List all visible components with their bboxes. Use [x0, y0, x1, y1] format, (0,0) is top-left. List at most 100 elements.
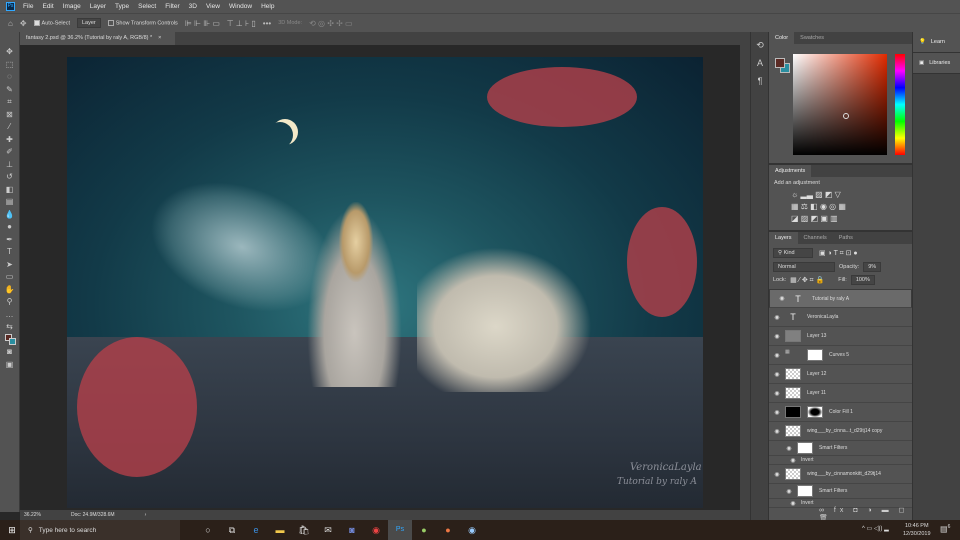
notifications-icon[interactable]: ▤6 — [940, 524, 950, 534]
home-icon[interactable]: ⌂ — [8, 19, 13, 28]
more-icon[interactable]: ••• — [263, 19, 271, 28]
foreground-color[interactable] — [775, 58, 785, 68]
menu-window[interactable]: Window — [229, 3, 252, 10]
blur-tool-icon[interactable]: 💧 — [4, 209, 16, 222]
taskbar-search[interactable]: ⚲ Type here to search — [20, 520, 180, 540]
tab-adjustments[interactable]: Adjustments — [769, 165, 812, 177]
steam-icon[interactable]: ◉ — [460, 520, 484, 540]
shape-tool-icon[interactable]: ▭ — [4, 271, 16, 284]
layer-row[interactable]: ◉ wing___by_cinna...t_d29tj14 copy — [769, 422, 912, 441]
visibility-eye-icon[interactable]: ◉ — [781, 488, 797, 495]
3d-tools-icons[interactable]: ⟲ ◎ ✣ ✢ ▭ — [309, 19, 353, 28]
brush-tool-icon[interactable]: ✐ — [4, 146, 16, 159]
cortana-icon[interactable]: ○ — [196, 520, 220, 540]
path-select-tool-icon[interactable]: ➤ — [4, 259, 16, 272]
menu-help[interactable]: Help — [261, 3, 274, 10]
app-icon[interactable]: ● — [412, 520, 436, 540]
move-tool-icon[interactable]: ✥ — [20, 19, 27, 28]
more-tools-icon[interactable]: … — [4, 309, 16, 322]
windows-start-icon[interactable]: ⊞ — [0, 520, 24, 540]
tab-color[interactable]: Color — [769, 32, 795, 44]
firefox-icon[interactable]: ● — [436, 520, 460, 540]
eraser-tool-icon[interactable]: ◧ — [4, 184, 16, 197]
layer-row[interactable]: ◉ T Tutorial by raly A — [769, 289, 912, 308]
healing-tool-icon[interactable]: ✚ — [4, 134, 16, 147]
menu-image[interactable]: Image — [63, 3, 81, 10]
menu-3d[interactable]: 3D — [189, 3, 197, 10]
document-tab[interactable]: fantasy 2.psd @ 36.2% (Tutorial by raly … — [20, 32, 175, 45]
menu-select[interactable]: Select — [138, 3, 156, 10]
transform-controls-checkbox[interactable]: Show Transform Controls — [107, 19, 178, 26]
layer-row[interactable]: ◉ Smart Filters — [769, 441, 912, 456]
lock-icons[interactable]: ▦ ⁄ ✥ ⌗ 🔒 — [790, 276, 824, 285]
layer-row[interactable]: ◉ Layer 11 — [769, 384, 912, 403]
mail-icon[interactable]: ✉ — [316, 520, 340, 540]
menu-type[interactable]: Type — [115, 3, 129, 10]
visibility-eye-icon[interactable]: ◉ — [769, 352, 785, 359]
hand-tool-icon[interactable]: ✋ — [4, 284, 16, 297]
document-image[interactable]: VeronicaLayla Tutorial by raly A — [67, 57, 703, 508]
menu-edit[interactable]: Edit — [42, 3, 53, 10]
frame-tool-icon[interactable]: ⊠ — [4, 109, 16, 122]
chrome-icon[interactable]: ◉ — [364, 520, 388, 540]
quick-select-tool-icon[interactable]: ✎ — [4, 84, 16, 97]
layer-row[interactable]: ◉ Invert — [769, 456, 912, 465]
layer-row[interactable]: ◉ wing___by_cinnamonkitt_d29tj14 — [769, 465, 912, 484]
menu-view[interactable]: View — [206, 3, 220, 10]
pen-tool-icon[interactable]: ✒ — [4, 234, 16, 247]
zoom-tool-icon[interactable]: ⚲ — [4, 296, 16, 309]
crop-tool-icon[interactable]: ⌗ — [4, 96, 16, 109]
target-select[interactable]: Layer — [76, 18, 101, 28]
store-icon[interactable]: 🛍 — [292, 520, 316, 540]
layer-row[interactable]: ◉ Layer 13 — [769, 327, 912, 346]
layer-row[interactable]: ◉ Layer 12 — [769, 365, 912, 384]
tab-swatches[interactable]: Swatches — [794, 32, 830, 44]
hue-slider[interactable] — [895, 54, 905, 155]
learn-button[interactable]: 💡 Learn — [913, 32, 960, 53]
paragraph-panel-icon[interactable]: ¶ — [753, 76, 767, 90]
color-picker-cursor[interactable] — [843, 113, 849, 119]
tab-channels[interactable]: Channels — [798, 232, 833, 244]
task-view-icon[interactable]: ⧉ — [220, 520, 244, 540]
gradient-tool-icon[interactable]: ▤ — [4, 196, 16, 209]
layer-row[interactable]: ◉ Smart Filters — [769, 484, 912, 499]
filter-icons[interactable]: ▣ ◑ T ⌗ ⊡ ● — [819, 249, 858, 258]
history-brush-icon[interactable]: ↺ — [4, 171, 16, 184]
layer-filter-select[interactable]: ⚲ Kind — [773, 248, 813, 258]
menu-file[interactable]: File — [23, 3, 33, 10]
photoshop-taskbar-icon[interactable]: Ps — [388, 520, 412, 540]
fill-input[interactable]: 100% — [850, 275, 875, 285]
visibility-eye-icon[interactable]: ◉ — [774, 295, 790, 302]
adjustment-icons[interactable]: ☼ ▂▃ ▨ ◩ ▽ ▦ ⚖ ◧ ◉ ◎ ▦ ◪ ▨ ◩ ▣ ▥ — [769, 189, 912, 225]
opacity-input[interactable]: 9% — [863, 262, 882, 272]
character-panel-icon[interactable]: A — [753, 58, 767, 72]
color-swatches[interactable] — [4, 333, 16, 347]
dodge-tool-icon[interactable]: ● — [4, 221, 16, 234]
auto-select-checkbox[interactable]: Auto-Select — [33, 19, 70, 26]
status-menu-arrow[interactable]: › — [145, 512, 147, 518]
marquee-tool-icon[interactable]: ⬚ — [4, 59, 16, 72]
visibility-eye-icon[interactable]: ◉ — [781, 445, 797, 452]
close-tab-icon[interactable]: × — [158, 35, 161, 42]
align-icons[interactable]: ⊫ ⊩ ⊪ ▭ ⊤ ⊥ ⊦ ▯ — [185, 19, 256, 28]
visibility-eye-icon[interactable]: ◉ — [769, 409, 785, 416]
layer-row[interactable]: ◉ Color Fill 1 — [769, 403, 912, 422]
layer-row[interactable]: ◉ T VeronicaLayla — [769, 308, 912, 327]
visibility-eye-icon[interactable]: ◉ — [769, 471, 785, 478]
swap-colors-icon[interactable]: ⇆ — [4, 321, 16, 334]
zoom-level[interactable]: 36.22% — [24, 512, 41, 518]
discord-icon[interactable]: ◙ — [340, 520, 364, 540]
tab-layers[interactable]: Layers — [769, 232, 798, 244]
quick-mask-icon[interactable]: ◙ — [4, 346, 16, 359]
menu-layer[interactable]: Layer — [90, 3, 106, 10]
visibility-eye-icon[interactable]: ◉ — [769, 390, 785, 397]
vertical-scrollbar[interactable] — [740, 45, 750, 510]
move-tool-icon[interactable]: ✥ — [4, 46, 16, 59]
visibility-eye-icon[interactable]: ◉ — [769, 428, 785, 435]
tab-paths[interactable]: Paths — [833, 232, 859, 244]
layer-row[interactable]: ◉ ▦ Curves 5 — [769, 346, 912, 365]
clock[interactable]: 10:46 PM 12/30/2019 — [903, 522, 931, 538]
edge-icon[interactable]: e — [244, 520, 268, 540]
visibility-eye-icon[interactable]: ◉ — [769, 371, 785, 378]
file-explorer-icon[interactable]: ▬ — [268, 520, 292, 540]
